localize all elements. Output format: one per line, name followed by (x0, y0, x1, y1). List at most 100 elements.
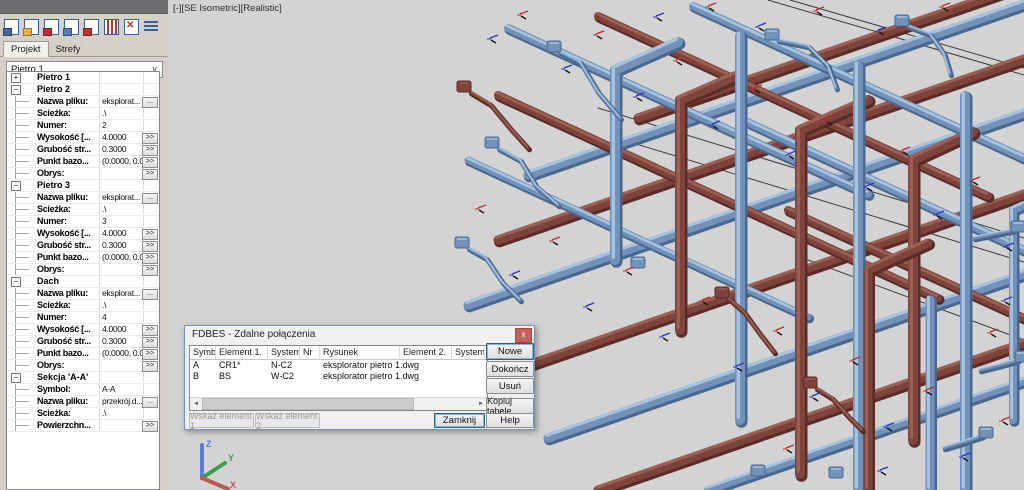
tree-property-row[interactable]: Obrys:>> (7, 168, 159, 180)
tree-section-row[interactable]: −Sekcja 'A-A' (7, 372, 159, 384)
tree-property-row[interactable]: Nazwa pliku:eksplorat...... (7, 288, 159, 300)
pick-button[interactable]: >> (142, 421, 158, 432)
table-column-header[interactable]: Nr (300, 346, 320, 359)
tree-row-button-cell (144, 408, 159, 419)
tree-connector (15, 113, 29, 114)
tree-property-row[interactable]: Punkt bazo...(0.0000, 0.00>> (7, 252, 159, 264)
tab-projekt[interactable]: Projekt (3, 41, 49, 57)
tree-property-row[interactable]: Symbol:A-A (7, 384, 159, 396)
tree-property-row[interactable]: Wysokość [...4.0000>> (7, 132, 159, 144)
collapse-icon[interactable]: − (11, 85, 21, 95)
pick-button[interactable]: >> (142, 325, 158, 336)
svg-text:Z: Z (206, 439, 212, 449)
import-file-icon[interactable] (84, 19, 99, 35)
tree-property-row[interactable]: Scieżka:.\ (7, 408, 159, 420)
tree-section-row[interactable]: − Dach (7, 276, 159, 288)
browse-button[interactable]: ... (142, 97, 158, 108)
pick-button[interactable]: >> (142, 361, 158, 372)
table-column-header[interactable]: System (268, 346, 300, 359)
table-column-header[interactable]: Rysunek (320, 346, 400, 359)
pick-button[interactable]: >> (142, 337, 158, 348)
table-row[interactable]: ACR1*N-C2eksplorator pietro 1.dwg (190, 360, 487, 371)
tree-property-row[interactable]: Grubość str...0.3000>> (7, 240, 159, 252)
help-button[interactable]: Help (486, 413, 534, 428)
pick-button[interactable]: >> (142, 145, 158, 156)
delete-link-icon[interactable] (124, 19, 139, 35)
pick-button[interactable]: >> (142, 253, 158, 264)
tree-row-button-cell (144, 300, 159, 311)
collapse-icon[interactable]: − (11, 277, 21, 287)
tree-property-row[interactable]: Nazwa pliku:eksplorat...... (7, 192, 159, 204)
ucs-axis-icon: ZYX (202, 439, 236, 490)
pick-button[interactable]: >> (142, 229, 158, 240)
usun-button[interactable]: Usuń (486, 378, 534, 394)
viewport-controls-label[interactable]: [-][SE Isometric][Realistic] (173, 3, 282, 14)
browse-button[interactable]: ... (142, 289, 158, 300)
tab-strefy[interactable]: Strefy (49, 42, 88, 56)
nowe-button[interactable]: Nowe (486, 343, 534, 360)
tree-property-row[interactable]: Powierzchn...>> (7, 420, 159, 432)
tree-property-row[interactable]: Obrys:>> (7, 360, 159, 372)
collapse-icon[interactable]: − (11, 181, 21, 191)
dokoncz-button[interactable]: Dokończ (486, 361, 534, 377)
tree-property-row[interactable]: Wysokość [...4.0000>> (7, 228, 159, 240)
scrollbar-thumb[interactable] (202, 398, 414, 410)
list-icon[interactable] (144, 21, 158, 33)
add-file-icon[interactable] (44, 19, 59, 35)
wskaz-element-1-button[interactable]: Wskaż element 1 (189, 413, 254, 428)
close-icon[interactable]: x (515, 328, 532, 343)
tree-section-label: Dach (37, 276, 59, 287)
tree-property-row[interactable]: Scieżka:.\ (7, 204, 159, 216)
tree-property-value: 4 (100, 312, 144, 323)
pick-button[interactable]: >> (142, 265, 158, 276)
pick-button[interactable]: >> (142, 349, 158, 360)
table-column-header[interactable]: Element 2. (400, 346, 452, 359)
tree-property-row[interactable]: Numer:3 (7, 216, 159, 228)
connections-table[interactable]: SymbolElement 1.SystemNrRysunekElement 2… (189, 345, 488, 411)
dialog-titlebar[interactable]: FDBES - Zdalne połączenia x (185, 326, 534, 343)
tree-property-row[interactable]: Grubość str...0.3000>> (7, 336, 159, 348)
browse-button[interactable]: ... (142, 193, 158, 204)
tree-row-button-cell: >> (144, 240, 159, 251)
collapse-icon[interactable]: − (11, 373, 21, 383)
tree-property-row[interactable]: Numer:2 (7, 120, 159, 132)
table-column-header[interactable]: Symbol (190, 346, 216, 359)
pick-button[interactable]: >> (142, 169, 158, 180)
wskaz-element-2-button[interactable]: Wskaż element 2 (255, 413, 320, 428)
tree-property-row[interactable]: Scieżka:.\ (7, 300, 159, 312)
tree-section-row[interactable]: −Pietro 3 (7, 180, 159, 192)
table-cell (400, 360, 452, 371)
tree-property-value: przekrój.d... (100, 396, 144, 407)
table-horizontal-scrollbar[interactable]: ◄ ► (190, 397, 487, 410)
tree-property-row[interactable]: Scieżka:.\ (7, 108, 159, 120)
tree-property-row[interactable]: Obrys:>> (7, 264, 159, 276)
tree-property-row[interactable]: Nazwa pliku:eksplorat...... (7, 96, 159, 108)
tree-property-label: Scieżka: (37, 204, 71, 215)
tree-property-row[interactable]: Grubość str...0.3000>> (7, 144, 159, 156)
kopiuj-tabele-button[interactable]: Kopiuj tabelę (486, 398, 534, 414)
zamknij-button[interactable]: Zamknij (434, 413, 485, 428)
tree-property-row[interactable]: Nazwa pliku:przekrój.d...... (7, 396, 159, 408)
table-column-header[interactable]: Element 1. (216, 346, 268, 359)
pick-button[interactable]: >> (142, 241, 158, 252)
pick-button[interactable]: >> (142, 157, 158, 168)
tree-section-row[interactable]: −Pietro 2 (7, 84, 159, 96)
palette-titlebar[interactable] (0, 0, 168, 14)
copy-file-icon[interactable] (64, 19, 79, 35)
expand-icon[interactable]: + (11, 73, 21, 83)
scroll-left-icon[interactable]: ◄ (190, 401, 202, 407)
browse-button[interactable]: ... (142, 397, 158, 408)
open-file-icon[interactable] (24, 19, 39, 35)
new-file-icon[interactable] (4, 19, 19, 35)
tree-property-row[interactable]: Punkt bazo...(0.0000, 0.00>> (7, 348, 159, 360)
tree-property-row[interactable]: Wysokość [...4.0000>> (7, 324, 159, 336)
project-tree[interactable]: +Pietro 1−Pietro 2Nazwa pliku:eksplorat.… (6, 71, 160, 490)
tree-property-row[interactable]: Punkt bazo...(0.0000, 0.00>> (7, 156, 159, 168)
table-column-header[interactable]: System (452, 346, 485, 359)
tree-section-row[interactable]: +Pietro 1 (7, 72, 159, 84)
table-row[interactable]: BBSW-C2eksplorator pietro 1.dwg (190, 371, 487, 382)
pick-button[interactable]: >> (142, 133, 158, 144)
table-file-icon[interactable] (104, 19, 119, 35)
tree-property-row[interactable]: Numer:4 (7, 312, 159, 324)
table-cell (452, 371, 485, 382)
